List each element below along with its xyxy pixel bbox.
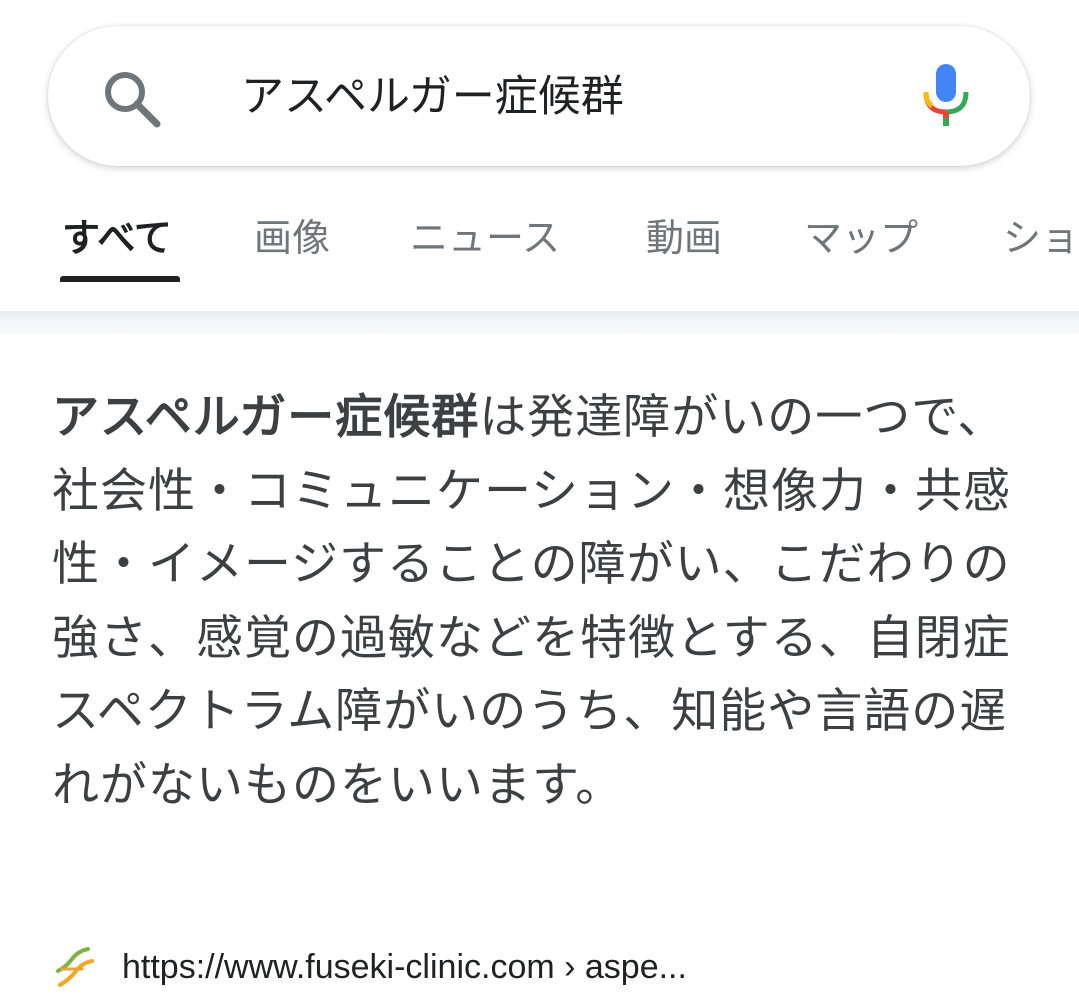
search-icon[interactable] xyxy=(100,67,164,131)
search-results-page: すべて 画像 ニュース 動画 マップ ショ アスペルガー症候群は発達障がいの一つ… xyxy=(0,0,1079,997)
microphone-icon[interactable] xyxy=(918,62,974,128)
tab-shopping[interactable]: ショ xyxy=(1003,213,1079,263)
active-tab-indicator xyxy=(60,276,180,282)
section-divider xyxy=(0,311,1079,333)
site-favicon-icon xyxy=(56,947,94,987)
snippet-source[interactable]: https://www.fuseki-clinic.com › aspe... xyxy=(52,942,687,992)
featured-snippet-text: アスペルガー症候群は発達障がいの一つで、社会性・コミュニケーション・想像力・共感… xyxy=(52,381,1042,822)
tab-maps[interactable]: マップ xyxy=(804,213,918,263)
search-input[interactable] xyxy=(241,62,881,132)
snippet-bold-term: アスペルガー症候群 xyxy=(52,390,480,445)
tab-all[interactable]: すべて xyxy=(62,213,172,263)
search-tabs: すべて 画像 ニュース 動画 マップ ショ xyxy=(0,195,1079,295)
source-url-link[interactable]: https://www.fuseki-clinic.com › aspe... xyxy=(122,948,687,987)
tab-videos[interactable]: 動画 xyxy=(646,213,722,263)
tab-news[interactable]: ニュース xyxy=(410,213,560,263)
snippet-body: は発達障がいの一つで、社会性・コミュニケーション・想像力・共感性・イメージするこ… xyxy=(52,390,1012,813)
tab-images[interactable]: 画像 xyxy=(254,213,330,263)
